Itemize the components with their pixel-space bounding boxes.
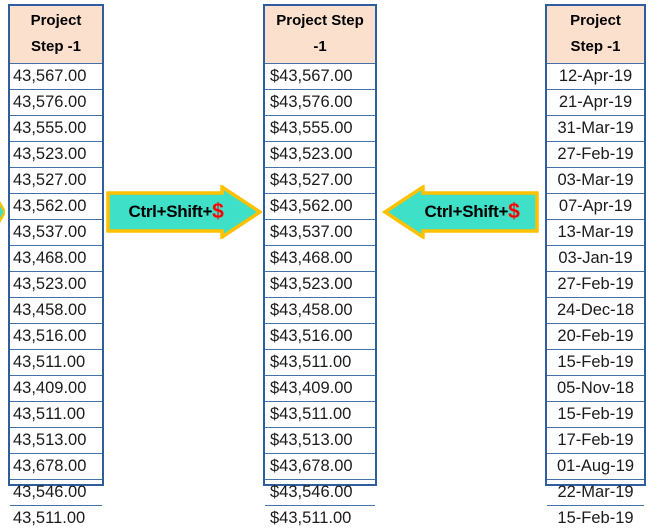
table-row: 24-Dec-18 [547,298,644,324]
table-row: $43,511.00 [265,402,375,428]
header-line-2: -1 [313,38,327,55]
table-row: 20-Feb-19 [547,324,644,350]
table-row: 43,523.00 [10,272,102,298]
table-row: 43,458.00 [10,298,102,324]
table-row: 15-Feb-19 [557,509,634,527]
table-row: 03-Mar-19 [547,168,644,194]
dates-table-header: Project Step -1 [547,6,644,64]
table-row: 05-Nov-18 [547,376,644,402]
table-row: 43,516.00 [10,324,102,350]
shortcut-keys-text: Ctrl+Shift+ [424,202,509,221]
shortcut-keys-text: Ctrl+Shift+ [128,202,213,221]
shortcut-arrow-pointing-right: Ctrl+Shift+ $ [106,185,262,239]
table-row: 22-Mar-19 [547,480,644,506]
table-row: $43,567.00 [265,64,375,90]
table-row: $43,409.00 [265,376,375,402]
table-row: $43,523.00 [265,142,375,168]
table-row: 31-Mar-19 [547,116,644,142]
header-line-2: Step -1 [30,38,81,55]
table-row: $43,527.00 [265,168,375,194]
currency-table: Project Step -1 $43,567.00 $43,576.00 $4… [263,4,377,527]
table-row: 15-Feb-19 [547,350,644,376]
table-row: 13-Mar-19 [547,220,644,246]
table-row: $43,576.00 [265,90,375,116]
table-row: $43,511.00 [265,350,375,376]
table-row: $43,523.00 [265,272,375,298]
table-row: 17-Feb-19 [547,428,644,454]
table-row: 43,555.00 [10,116,102,142]
table-row: $43,516.00 [265,324,375,350]
table-row: 43,511.00 [10,350,102,376]
table-row: 03-Jan-19 [547,246,644,272]
table-row: 43,678.00 [10,454,102,480]
shortcut-arrow-pointing-left: Ctrl+Shift+ $ [380,185,539,239]
currency-table-header: Project Step -1 [265,6,375,64]
table-row: $43,468.00 [265,246,375,272]
table-row: $43,458.00 [265,298,375,324]
table-row: $43,555.00 [265,116,375,142]
table-row: 43,511.00 [10,402,102,428]
table-row: 43,527.00 [10,168,102,194]
table-row: 43,576.00 [10,90,102,116]
clipped-arrow-tip-icon [0,200,7,224]
table-row: 15-Feb-19 [547,402,644,428]
table-row: 43,523.00 [10,142,102,168]
header-line-1: Project Step [276,12,364,29]
table-row: 12-Apr-19 [547,64,644,90]
table-row: 43,537.00 [10,220,102,246]
table-row: $43,513.00 [265,428,375,454]
table-row: 27-Feb-19 [547,142,644,168]
table-row: 07-Apr-19 [547,194,644,220]
table-row: 43,513.00 [10,428,102,454]
raw-numbers-table: Project Step -1 43,567.00 43,576.00 43,5… [8,4,104,527]
table-row: $43,678.00 [265,454,375,480]
table-row: 27-Feb-19 [547,272,644,298]
table-row: $43,562.00 [265,194,375,220]
table-row: 01-Aug-19 [547,454,644,480]
raw-numbers-table-header: Project Step -1 [10,6,102,64]
header-line-1: Project [30,12,82,29]
shortcut-arrow-right-label: Ctrl+Shift+ $ [128,200,224,223]
header-line-1: Project [570,12,621,29]
header-line-2: Step -1 [570,38,621,55]
table-row: $43,511.00 [270,509,352,527]
table-row: 21-Apr-19 [547,90,644,116]
table-row: $43,537.00 [265,220,375,246]
shortcut-arrow-left-label: Ctrl+Shift+ $ [424,200,520,223]
table-row: 43,562.00 [10,194,102,220]
table-row: 43,567.00 [10,64,102,90]
table-row: 43,468.00 [10,246,102,272]
table-row: 43,511.00 [13,509,86,527]
table-row: $43,546.00 [265,480,375,506]
table-row: 43,546.00 [10,480,102,506]
dates-table: Project Step -1 12-Apr-19 21-Apr-19 31-M… [545,4,646,527]
table-row: 43,409.00 [10,376,102,402]
